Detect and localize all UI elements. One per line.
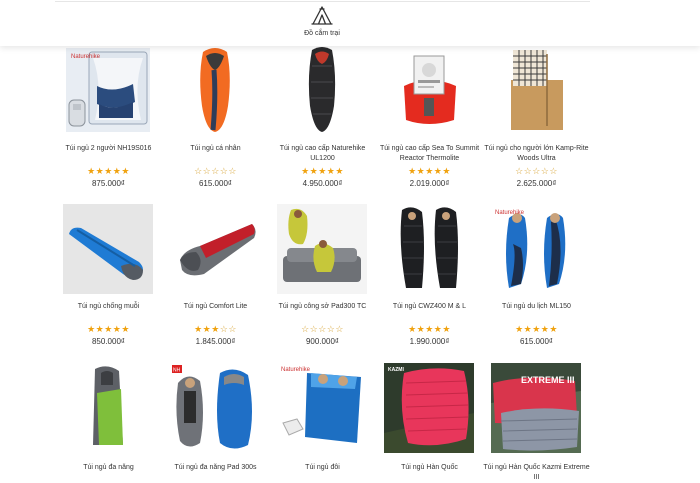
product-name[interactable]: Túi ngủ cao cấp Sea To Summit Reactor Th…: [376, 144, 483, 164]
rating-stars: ★★★★★: [515, 324, 558, 334]
product-image: [277, 46, 367, 136]
product-card[interactable]: Túi ngủ cao cấp Naturehike UL1200 ★★★★★ …: [269, 46, 376, 196]
rating-stars: ★★★★★: [408, 166, 451, 176]
product-price: 615.000₫: [198, 179, 233, 188]
product-name[interactable]: Túi ngủ CWZ400 M & L: [376, 302, 483, 312]
svg-text:Naturehike: Naturehike: [281, 367, 311, 373]
product-card[interactable]: Túi ngủ đa năng: [55, 363, 162, 478]
product-card[interactable]: KAZMI Túi ngủ Hàn Quốc: [376, 363, 483, 478]
rating-stars: ★★★☆☆: [194, 324, 237, 334]
rating-stars: ★★★★★: [87, 166, 130, 176]
kazmi-logo: KAZMI: [388, 367, 404, 373]
rating-stars: ★★★★★: [408, 324, 451, 334]
rating-stars: ★★★★★: [87, 324, 130, 334]
product-price: 4.950.000₫: [302, 179, 343, 188]
product-name[interactable]: Túi ngủ cho người lớn Kamp-Rite Woods Ul…: [483, 144, 590, 164]
product-card[interactable]: Túi ngủ CWZ400 M & L ★★★★★ 1.990.000₫: [376, 204, 483, 354]
product-image: KAZMI: [384, 363, 474, 453]
product-card[interactable]: Túi ngủ cho người lớn Kamp-Rite Woods Ul…: [483, 46, 590, 196]
extreme-title: EXTREME III: [521, 375, 575, 385]
divider: [55, 1, 590, 2]
category-label: Đồ cắm trại: [304, 30, 340, 37]
product-price: 875.000₫: [91, 179, 126, 188]
product-name[interactable]: Túi ngủ công sở Pad300 TC: [269, 302, 376, 312]
product-image: Naturehike: [63, 46, 153, 136]
product-name[interactable]: Túi ngủ chống muỗi: [55, 302, 162, 312]
product-name[interactable]: Túi ngủ đa năng Pad 300s: [162, 463, 269, 473]
product-image: NH: [170, 363, 260, 453]
product-image: [384, 204, 474, 294]
product-name[interactable]: Túi ngủ Comfort Lite: [162, 302, 269, 312]
product-name[interactable]: Túi ngủ cá nhân: [162, 144, 269, 154]
product-image: [384, 46, 474, 136]
product-card[interactable]: Túi ngủ cá nhân ☆☆☆☆☆ 615.000₫: [162, 46, 269, 196]
product-image: EXTREME III: [491, 363, 581, 453]
product-card[interactable]: Naturehike Túi ngủ đôi: [269, 363, 376, 478]
product-image: [63, 204, 153, 294]
product-image: [170, 46, 260, 136]
category-camping-gear[interactable]: Đồ cắm trại: [292, 6, 352, 44]
product-card[interactable]: EXTREME III Túi ngủ Hàn Quốc Kazmi Extre…: [483, 363, 590, 481]
product-price: 2.625.000₫: [516, 179, 557, 188]
product-card[interactable]: Túi ngủ chống muỗi ★★★★★ 850.000₫: [55, 204, 162, 354]
product-card[interactable]: Túi ngủ cao cấp Sea To Summit Reactor Th…: [376, 46, 483, 196]
product-price: 1.845.000₫: [195, 337, 236, 346]
product-name[interactable]: Túi ngủ đôi: [269, 463, 376, 473]
product-price: 1.990.000₫: [409, 337, 450, 346]
product-name[interactable]: Túi ngủ Hàn Quốc: [376, 463, 483, 473]
product-price: 850.000₫: [91, 337, 126, 346]
product-name[interactable]: Túi ngủ đa năng: [55, 463, 162, 473]
product-price: 615.000₫: [519, 337, 554, 346]
product-price: 900.000₫: [305, 337, 340, 346]
product-card[interactable]: Naturehike Túi ngủ 2 người NH19S016 ★★★★…: [55, 46, 162, 196]
tent-icon: [311, 6, 333, 25]
product-image: [277, 204, 367, 294]
product-card[interactable]: Naturehike Túi ngủ du lịch ML150 ★★★★★ 6…: [483, 204, 590, 354]
rating-stars: ★★★★★: [301, 166, 344, 176]
svg-text:Naturehike: Naturehike: [495, 210, 525, 216]
product-image: [63, 363, 153, 453]
product-card[interactable]: NH Túi ngủ đa năng Pad 300s: [162, 363, 269, 478]
product-name[interactable]: Túi ngủ Hàn Quốc Kazmi Extreme III: [483, 463, 590, 483]
product-name[interactable]: Túi ngủ du lịch ML150: [483, 302, 590, 312]
product-name[interactable]: Túi ngủ cao cấp Naturehike UL1200: [269, 144, 376, 164]
rating-stars: ☆☆☆☆☆: [194, 166, 237, 176]
product-image: Naturehike: [491, 204, 581, 294]
product-image: [170, 204, 260, 294]
category-menu-bar: Đồ cắm trại: [0, 0, 700, 46]
product-image: [491, 46, 581, 136]
product-name[interactable]: Túi ngủ 2 người NH19S016: [55, 144, 162, 154]
rating-stars: ☆☆☆☆☆: [515, 166, 558, 176]
rating-stars: ☆☆☆☆☆: [301, 324, 344, 334]
product-card[interactable]: Túi ngủ Comfort Lite ★★★☆☆ 1.845.000₫: [162, 204, 269, 354]
svg-text:NH: NH: [173, 368, 181, 374]
brand-logo: Naturehike: [71, 54, 101, 60]
product-card[interactable]: Túi ngủ công sở Pad300 TC ☆☆☆☆☆ 900.000₫: [269, 204, 376, 354]
product-price: 2.019.000₫: [409, 179, 450, 188]
product-image: Naturehike: [277, 363, 367, 453]
